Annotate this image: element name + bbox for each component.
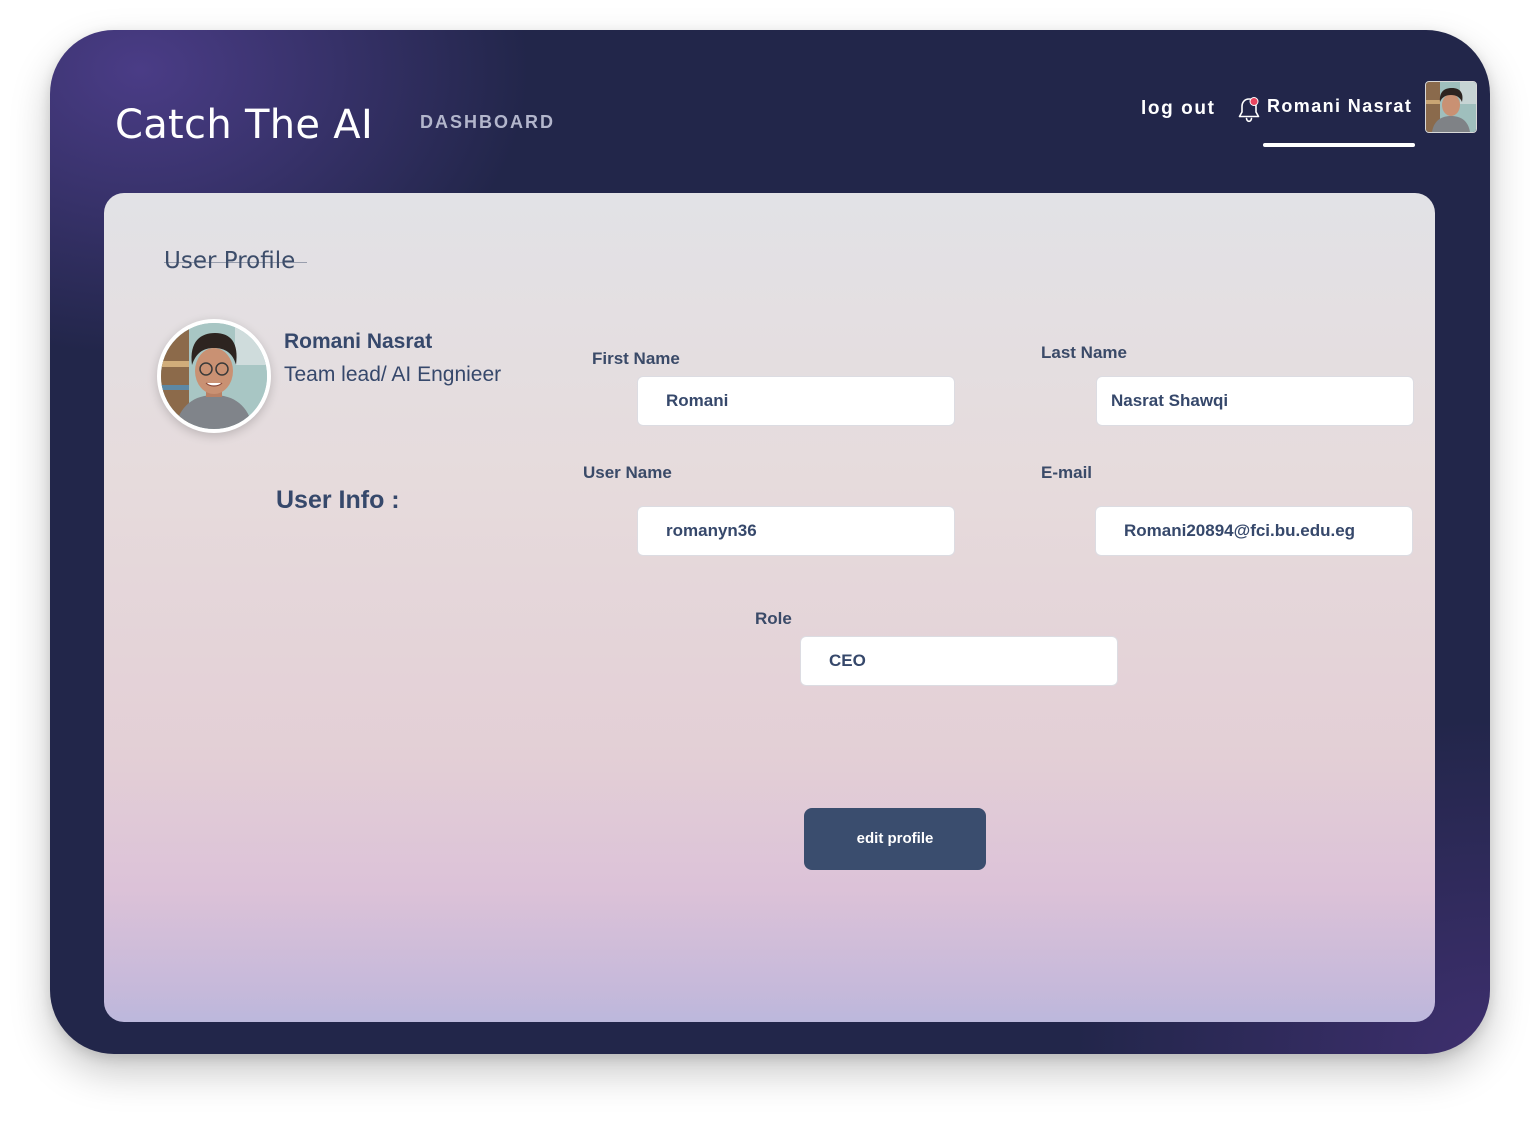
page-title: User Profile xyxy=(164,248,296,274)
active-underline xyxy=(1263,143,1415,147)
first-name-field[interactable]: Romani xyxy=(637,376,955,426)
last-name-field[interactable]: Nasrat Shawqi xyxy=(1096,376,1414,426)
logout-link[interactable]: log out xyxy=(1141,98,1216,120)
first-name-label: First Name xyxy=(592,349,680,368)
avatar-photo xyxy=(1426,82,1476,132)
profile-role: Team lead/ AI Engnieer xyxy=(284,363,502,386)
bell-icon[interactable] xyxy=(1237,96,1261,124)
last-name-label: Last Name xyxy=(1041,343,1127,362)
profile-name: Romani Nasrat xyxy=(284,330,433,353)
title-strike-line xyxy=(164,262,307,263)
app-window: Catch The AI DASHBOARD log out Romani Na… xyxy=(50,30,1490,1054)
email-field[interactable]: Romani20894@fci.bu.edu.eg xyxy=(1095,506,1413,556)
profile-avatar xyxy=(157,319,271,433)
header-avatar[interactable] xyxy=(1425,81,1477,133)
nav-dashboard-link[interactable]: DASHBOARD xyxy=(420,112,555,133)
profile-card: User Profile Romani Nasrat Team lead/ AI… xyxy=(104,193,1435,1022)
user-info-heading: User Info : xyxy=(276,486,400,514)
bell-icon-graphic xyxy=(1238,97,1260,123)
header-user-name[interactable]: Romani Nasrat xyxy=(1267,96,1412,117)
brand-title: Catch The AI xyxy=(115,102,374,148)
user-name-field[interactable]: romanyn36 xyxy=(637,506,955,556)
email-label: E-mail xyxy=(1041,463,1093,482)
notification-dot xyxy=(1249,97,1259,106)
role-label: Role xyxy=(755,609,792,628)
role-field[interactable]: CEO xyxy=(800,636,1118,686)
user-name-label: User Name xyxy=(583,463,672,482)
profile-photo xyxy=(161,323,267,429)
edit-profile-button[interactable]: edit profile xyxy=(804,808,986,870)
